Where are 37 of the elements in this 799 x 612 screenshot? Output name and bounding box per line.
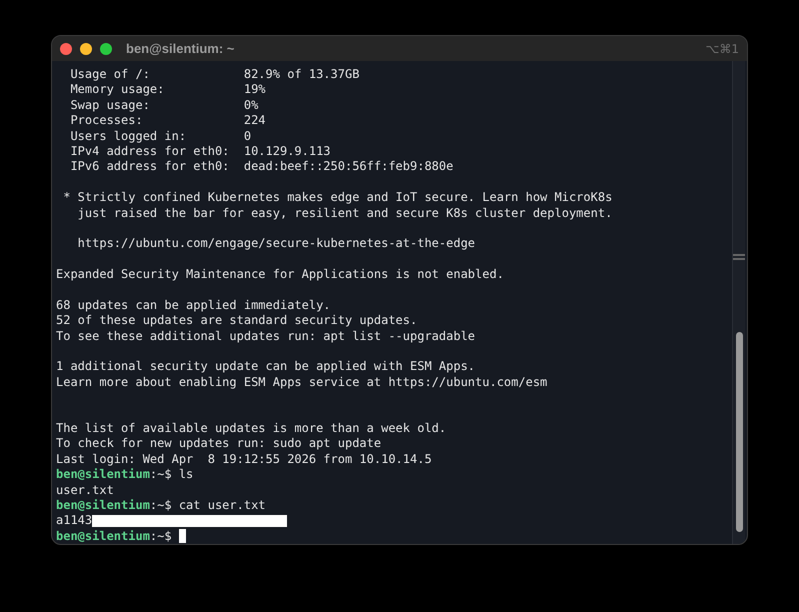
maximize-button[interactable] (100, 42, 112, 54)
window-title: ben@silentium: ~ (126, 41, 234, 56)
terminal-output: IPv6 address for eth0: dead:beef::250:56ff:feb9:880e (69, 159, 454, 175)
terminal-output: Expanded Security Maintenance for Applications is not enabled. (56, 267, 505, 282)
terminal-output: 68 updates can be applied immediately. (56, 298, 332, 314)
terminal-output: just raised the bar for easy, resilient and secure K8s cluster deployment. (76, 206, 614, 221)
terminal-output: Memory usage: 19% (69, 82, 267, 98)
terminal-output: * Strictly confined Kubernetes makes edge and IoT secure. Learn how MicroK8s (62, 190, 614, 206)
keyboard-shortcut: ⌥⌘1 (706, 42, 739, 56)
terminal-output: 1 additional security update can be applied with ESM Apps. (56, 359, 476, 375)
prompt-path: :~$ (150, 467, 172, 483)
close-button[interactable] (60, 42, 72, 54)
prompt-user: ben@silentium (56, 528, 150, 544)
command-text: ls (178, 467, 194, 483)
terminal-output: https://ubuntu.com/engage/secure-kubernetes-at-the-edge (76, 236, 476, 252)
terminal-output: Swap usage: 0% (69, 98, 260, 114)
prompt-user: ben@silentium (56, 498, 150, 514)
terminal-output: user.txt (56, 482, 115, 498)
prompt-path: :~$ (150, 528, 172, 544)
scrollbar[interactable] (732, 61, 745, 544)
terminal-output: Processes: 224 (69, 113, 267, 129)
terminal-output: Learn more about enabling ESM Apps service at https://ubuntu.com/esm (56, 374, 548, 390)
minimize-button[interactable] (80, 42, 92, 54)
command-text: cat user.txt (178, 498, 266, 514)
terminal-output: Usage of /: 82.9% of 13.37GB (69, 67, 360, 82)
grip-icon (733, 254, 745, 260)
prompt-path: :~$ (150, 498, 172, 514)
prompt-user: ben@silentium (56, 467, 150, 483)
terminal-output: The list of available updates is more than a week old. (56, 420, 448, 436)
terminal-output: Last login: Wed Apr 8 19:12:55 2026 from 10.10.14.5 (56, 452, 433, 468)
terminal-output: IPv4 address for eth0: 10.129.9.113 (69, 144, 332, 160)
terminal-output: a1143 (56, 513, 92, 529)
terminal-output: To check for new updates run: sudo apt update (56, 436, 382, 452)
terminal-output: To see these additional updates run: apt list --upgradable (56, 328, 476, 344)
scrollbar-thumb[interactable] (736, 332, 742, 532)
terminal-output: Users logged in: 0 (69, 128, 252, 144)
terminal-output: 52 of these updates are standard security updates. (56, 313, 418, 329)
